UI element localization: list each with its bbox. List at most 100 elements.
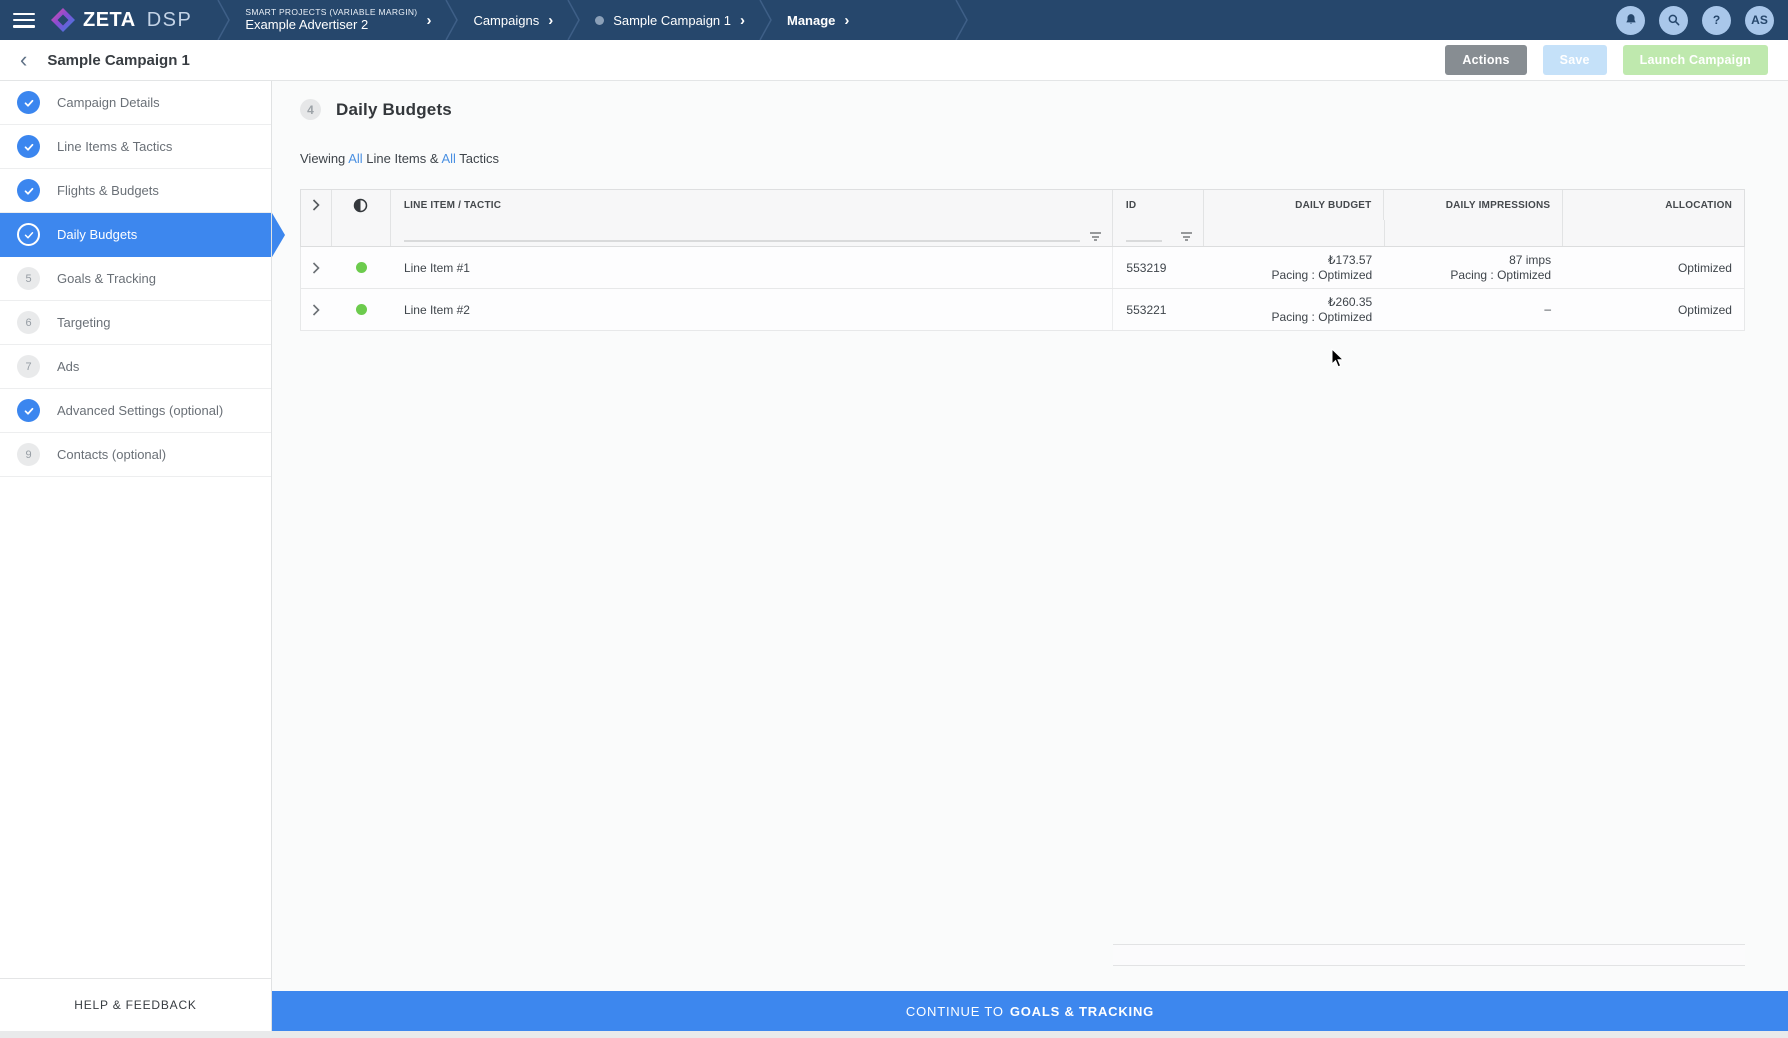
chevron-right-icon[interactable]: › bbox=[548, 13, 553, 28]
chevron-right-icon bbox=[312, 199, 320, 211]
filter-cell-allocation bbox=[1563, 220, 1744, 246]
sidebar-item-label: Flights & Budgets bbox=[57, 183, 159, 198]
filter-cell-daily-budget bbox=[1204, 220, 1385, 246]
viewing-prefix: Viewing bbox=[300, 151, 345, 166]
budget-pacing-label: Pacing : Optimized bbox=[1272, 268, 1373, 283]
section-title: Daily Budgets bbox=[336, 100, 452, 120]
sidebar-item-ads[interactable]: 7 Ads bbox=[0, 345, 271, 389]
campaign-header: ‹ Sample Campaign 1 Actions Save Launch … bbox=[0, 40, 1788, 81]
sidebar-item-daily-budgets[interactable]: Daily Budgets bbox=[0, 213, 271, 257]
allocation-cell[interactable]: Optimized bbox=[1563, 289, 1744, 330]
sidebar-item-label: Line Items & Tactics bbox=[57, 139, 172, 154]
expand-row-button[interactable] bbox=[301, 247, 332, 288]
daily-impressions-cell[interactable]: – bbox=[1384, 289, 1563, 330]
question-mark-icon: ? bbox=[1713, 13, 1720, 27]
hamburger-menu-icon[interactable] bbox=[13, 13, 35, 28]
column-header-daily-budget[interactable]: DAILY BUDGET bbox=[1204, 190, 1385, 220]
sidebar-item-campaign-details[interactable]: Campaign Details bbox=[0, 81, 271, 125]
breadcrumb-campaigns[interactable]: Campaigns › bbox=[460, 0, 566, 40]
viewing-suffix: Tactics bbox=[459, 151, 499, 166]
row-status-cell bbox=[332, 247, 391, 288]
line-item-filter-input[interactable] bbox=[404, 228, 1080, 242]
budget-pacing-label: Pacing : Optimized bbox=[1272, 310, 1373, 325]
daily-budget-cell[interactable]: ₺260.35 Pacing : Optimized bbox=[1203, 289, 1384, 330]
daily-budgets-table: LINE ITEM / TACTIC ID DAILY BUDGET DAILY… bbox=[300, 189, 1745, 966]
all-line-items-link[interactable]: All bbox=[348, 151, 362, 166]
chevron-right-icon[interactable]: › bbox=[844, 13, 849, 28]
launch-campaign-button[interactable]: Launch Campaign bbox=[1623, 45, 1768, 75]
column-header-line-item[interactable]: LINE ITEM / TACTIC bbox=[391, 190, 1113, 220]
all-tactics-link[interactable]: All bbox=[441, 151, 455, 166]
id-filter-input[interactable] bbox=[1126, 228, 1162, 242]
column-header-allocation[interactable]: ALLOCATION bbox=[1563, 190, 1744, 220]
step-number-badge: 9 bbox=[17, 443, 40, 466]
expand-row-button[interactable] bbox=[301, 289, 332, 330]
header-buttons: Actions Save Launch Campaign bbox=[1429, 45, 1768, 75]
table-filter-row bbox=[300, 220, 1745, 247]
column-header-daily-impressions[interactable]: DAILY IMPRESSIONS bbox=[1384, 190, 1563, 220]
chevron-right-icon[interactable]: › bbox=[740, 13, 745, 28]
step-number-badge: 6 bbox=[17, 311, 40, 334]
chevron-right-icon bbox=[312, 262, 320, 274]
notifications-button[interactable] bbox=[1616, 6, 1645, 35]
bottom-strip bbox=[0, 1031, 1788, 1038]
breadcrumb-separator-icon bbox=[566, 0, 582, 40]
search-button[interactable] bbox=[1659, 6, 1688, 35]
filter-funnel-icon[interactable] bbox=[1180, 232, 1193, 242]
daily-budget-cell[interactable]: ₺173.57 Pacing : Optimized bbox=[1203, 247, 1384, 288]
sidebar-item-label: Advanced Settings (optional) bbox=[57, 403, 223, 418]
brand-name: ZETA bbox=[83, 9, 136, 32]
sidebar-item-goals-tracking[interactable]: 5 Goals & Tracking bbox=[0, 257, 271, 301]
sidebar-item-label: Goals & Tracking bbox=[57, 271, 156, 286]
sidebar-item-targeting[interactable]: 6 Targeting bbox=[0, 301, 271, 345]
sidebar-item-label: Ads bbox=[57, 359, 79, 374]
back-button[interactable]: ‹ bbox=[16, 49, 31, 71]
horizontal-scrollbar-track[interactable] bbox=[1113, 944, 1745, 966]
breadcrumb-campaign[interactable]: Sample Campaign 1 › bbox=[582, 0, 758, 40]
help-feedback-button[interactable]: HELP & FEEDBACK bbox=[0, 978, 272, 1031]
viewing-mid: Line Items & bbox=[366, 151, 438, 166]
breadcrumb-separator-icon bbox=[954, 0, 970, 40]
breadcrumb-manage[interactable]: Manage › bbox=[774, 0, 862, 40]
filter-cell-line-item bbox=[391, 220, 1113, 246]
sidebar-item-line-items-tactics[interactable]: Line Items & Tactics bbox=[0, 125, 271, 169]
daily-budget-value: ₺260.35 bbox=[1328, 295, 1372, 310]
breadcrumb-project-label: SMART PROJECTS (VARIABLE MARGIN) bbox=[245, 7, 417, 18]
breadcrumb-spacer bbox=[862, 0, 954, 40]
zeta-dsp-logo[interactable]: ZETA DSP bbox=[50, 7, 192, 33]
check-outline-icon bbox=[17, 223, 40, 246]
status-column-header[interactable] bbox=[332, 190, 391, 220]
bell-icon bbox=[1624, 13, 1638, 27]
chevron-right-icon bbox=[312, 304, 320, 316]
sidebar-item-label: Contacts (optional) bbox=[57, 447, 166, 462]
help-button[interactable]: ? bbox=[1702, 6, 1731, 35]
expand-all-header[interactable] bbox=[301, 190, 332, 220]
daily-impressions-value: 87 imps bbox=[1509, 253, 1551, 268]
app-screen: ZETA DSP SMART PROJECTS (VARIABLE MARGIN… bbox=[0, 0, 1788, 1038]
sidebar-item-flights-budgets[interactable]: Flights & Budgets bbox=[0, 169, 271, 213]
check-icon bbox=[17, 399, 40, 422]
line-item-name-cell[interactable]: Line Item #1 bbox=[391, 247, 1113, 288]
filter-funnel-icon[interactable] bbox=[1089, 232, 1102, 242]
page-title: Sample Campaign 1 bbox=[47, 52, 190, 69]
daily-budget-value: ₺173.57 bbox=[1328, 253, 1372, 268]
line-item-id-cell: 553219 bbox=[1112, 247, 1203, 288]
sidebar-item-advanced-settings[interactable]: Advanced Settings (optional) bbox=[0, 389, 271, 433]
continue-button[interactable]: CONTINUE TO GOALS & TRACKING bbox=[272, 991, 1788, 1031]
user-avatar[interactable]: AS bbox=[1745, 6, 1774, 35]
daily-impressions-cell[interactable]: 87 imps Pacing : Optimized bbox=[1384, 247, 1563, 288]
column-header-id[interactable]: ID bbox=[1113, 190, 1204, 220]
sidebar-item-contacts[interactable]: 9 Contacts (optional) bbox=[0, 433, 271, 477]
allocation-cell[interactable]: Optimized bbox=[1563, 247, 1744, 288]
chevron-right-icon[interactable]: › bbox=[426, 13, 431, 28]
avatar-initials: AS bbox=[1751, 13, 1768, 27]
breadcrumb-advertiser[interactable]: SMART PROJECTS (VARIABLE MARGIN) Example… bbox=[232, 0, 444, 40]
continue-target: GOALS & TRACKING bbox=[1010, 1004, 1154, 1019]
actions-button[interactable]: Actions bbox=[1445, 45, 1526, 75]
line-item-name-cell[interactable]: Line Item #2 bbox=[391, 289, 1113, 330]
active-status-dot-icon bbox=[356, 262, 367, 273]
save-button[interactable]: Save bbox=[1543, 45, 1607, 75]
search-icon bbox=[1667, 13, 1681, 27]
check-icon bbox=[17, 91, 40, 114]
step-number-badge: 5 bbox=[17, 267, 40, 290]
